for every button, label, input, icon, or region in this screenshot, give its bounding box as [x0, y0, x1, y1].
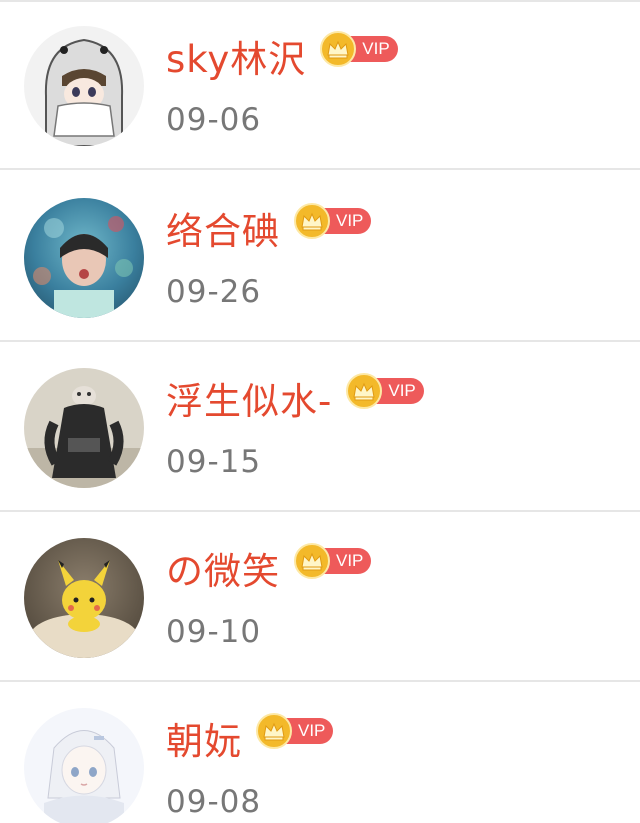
name-line: 浮生似水- VIP: [166, 373, 424, 428]
date-text: 09-08: [166, 784, 262, 820]
avatar[interactable]: [24, 368, 144, 488]
list-item[interactable]: の微笑 VIP 09-10: [0, 512, 640, 682]
crown-icon: [256, 713, 292, 749]
vip-badge: VIP: [294, 543, 372, 579]
crown-icon: [294, 543, 330, 579]
user-name[interactable]: sky林沢: [166, 34, 306, 86]
crown-icon: [294, 203, 330, 239]
date-text: 09-10: [166, 614, 262, 650]
list-item[interactable]: 朝妧 VIP 09-08: [0, 682, 640, 823]
vip-badge: VIP: [256, 713, 334, 749]
vip-badge: VIP: [294, 203, 372, 239]
member-list: 络合碘 VIP 09-26 浮生似水- VIP 09-15 の微笑 VIP 09…: [0, 0, 640, 823]
name-line: sky林沢 VIP: [166, 31, 398, 86]
vip-badge: VIP: [346, 373, 424, 409]
name-line: 络合碘 VIP: [166, 203, 372, 258]
avatar[interactable]: [24, 538, 144, 658]
name-line: 朝妧 VIP: [166, 713, 334, 768]
user-name[interactable]: 浮生似水-: [166, 376, 332, 428]
list-item[interactable]: 浮生似水- VIP 09-15: [0, 342, 640, 512]
avatar[interactable]: [24, 198, 144, 318]
date-text: 09-26: [166, 274, 262, 310]
list-item[interactable]: sky林沢 VIP 09-06: [0, 0, 640, 170]
date-text: 09-15: [166, 444, 262, 480]
date-text: 09-06: [166, 102, 262, 138]
user-name[interactable]: 络合碘: [166, 206, 280, 258]
user-name[interactable]: 朝妧: [166, 716, 242, 768]
avatar[interactable]: [24, 708, 144, 823]
name-line: の微笑 VIP: [166, 543, 372, 598]
vip-badge: VIP: [320, 31, 398, 67]
user-name[interactable]: の微笑: [166, 546, 280, 598]
list-item[interactable]: 络合碘 VIP 09-26: [0, 172, 640, 342]
avatar[interactable]: [24, 26, 144, 146]
